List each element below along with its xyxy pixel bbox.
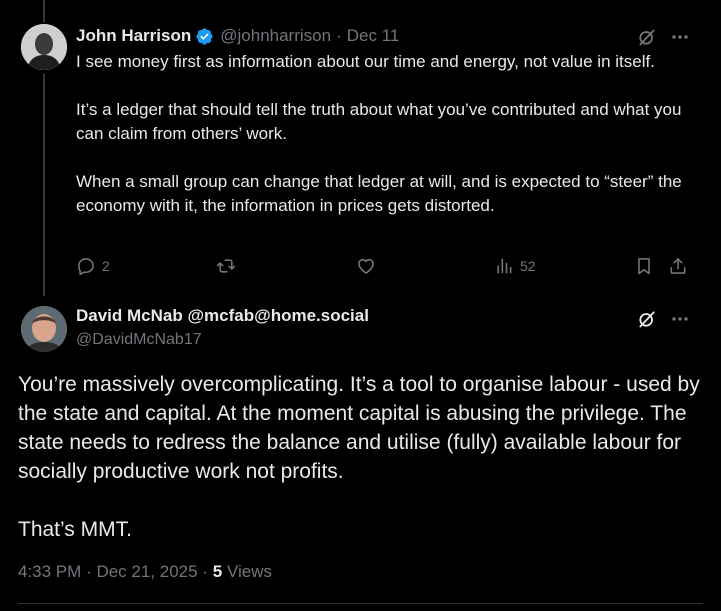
views-count: 52: [520, 258, 536, 274]
views-icon: [497, 258, 512, 274]
retweet-icon: [216, 259, 236, 273]
tweet-paragraph: That’s MMT.: [18, 518, 132, 541]
tweet-paragraph: You’re massively overcomplicating. It’s …: [18, 373, 700, 483]
separator: ·: [86, 562, 92, 581]
avatar-icon: [21, 24, 67, 70]
avatar-icon: [21, 306, 67, 352]
display-name[interactable]: David McNab @mcfab@home.social: [76, 306, 369, 326]
tweet-paragraph: When a small group can change that ledge…: [76, 172, 682, 215]
reply-button[interactable]: 2: [76, 255, 110, 277]
grok-icon[interactable]: [636, 308, 658, 330]
user-handle[interactable]: @DavidMcNab17: [76, 331, 202, 349]
views-button[interactable]: 52: [494, 255, 536, 277]
bookmark-button[interactable]: [634, 255, 654, 277]
thread-connector-line-top: [43, 0, 45, 22]
reply-icon: [78, 258, 94, 276]
user-handle[interactable]: @johnharrison: [220, 26, 331, 46]
like-icon: [358, 258, 374, 274]
tweet-text: I see money first as information about o…: [76, 50, 686, 218]
tweet-paragraph: It’s a ledger that should tell the truth…: [76, 100, 682, 143]
tweet-meta: 4:33 PM · Dec 21, 2025 · 5 Views: [18, 562, 272, 582]
thread-connector-line: [43, 74, 45, 296]
tweet-text: You’re massively overcomplicating. It’s …: [18, 370, 708, 544]
more-icon[interactable]: [669, 308, 691, 330]
post-date[interactable]: Dec 21, 2025: [96, 562, 197, 581]
avatar[interactable]: [21, 306, 67, 352]
tweet-actions: 2 52: [76, 255, 696, 277]
tweet-paragraph: I see money first as information about o…: [76, 52, 655, 71]
separator: ·: [202, 562, 208, 581]
verified-badge-icon: [195, 27, 214, 46]
post-date[interactable]: Dec 11: [347, 26, 400, 46]
share-button[interactable]: [668, 255, 688, 277]
grok-icon[interactable]: [636, 26, 658, 48]
post-time[interactable]: 4:33 PM: [18, 562, 81, 581]
bookmark-icon: [638, 258, 650, 275]
avatar[interactable]: [21, 24, 67, 70]
share-icon: [670, 258, 686, 274]
separator: ·: [336, 26, 342, 45]
reply-count: 2: [102, 258, 110, 274]
retweet-button[interactable]: [216, 255, 236, 277]
tweet-header: John Harrison @johnharrison · Dec 11: [76, 24, 399, 48]
like-button[interactable]: [356, 255, 376, 277]
views-count[interactable]: 5: [213, 562, 222, 581]
views-label: Views: [226, 562, 272, 581]
divider: [18, 603, 703, 604]
display-name[interactable]: John Harrison: [76, 26, 191, 46]
more-icon[interactable]: [669, 26, 691, 48]
